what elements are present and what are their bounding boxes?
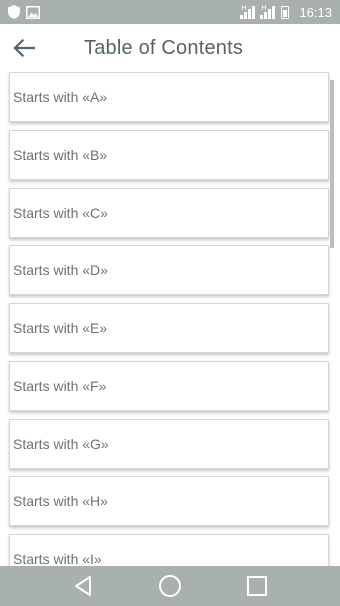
shield-icon <box>8 5 20 19</box>
back-button[interactable] <box>2 26 46 70</box>
image-icon <box>26 5 40 19</box>
battery-icon <box>281 5 290 19</box>
triangle-back-icon <box>75 576 92 596</box>
toc-item-label: Starts with «C» <box>13 204 108 221</box>
nav-back-button[interactable] <box>63 566 103 606</box>
toc-item-label: Starts with «H» <box>13 493 108 510</box>
status-left-icons <box>8 5 40 19</box>
status-right-icons: H H 16:13 <box>240 4 332 20</box>
toc-item-label: Starts with «E» <box>13 320 108 336</box>
system-nav-bar <box>0 566 340 606</box>
toc-item-e[interactable]: Starts with «E» <box>9 303 329 353</box>
toc-item-label: Starts with «F» <box>13 377 107 394</box>
status-time: 16:13 <box>299 4 332 20</box>
toc-item-b[interactable]: Starts with «B» <box>9 129 329 180</box>
signal-sim2-icon: H <box>260 5 276 19</box>
toc-item-g[interactable]: Starts with «G» <box>9 418 329 469</box>
scrollbar-thumb[interactable] <box>330 80 334 248</box>
signal-sim1-icon: H <box>240 5 256 19</box>
toc-item-label: Starts with «B» <box>13 146 108 163</box>
square-recents-icon <box>246 576 267 596</box>
toc-item-a[interactable]: Starts with «A» <box>9 72 329 122</box>
toc-item-f[interactable]: Starts with «F» <box>9 360 329 411</box>
toc-item-h[interactable]: Starts with «H» <box>9 476 329 527</box>
sim2-network-label: H <box>261 5 267 12</box>
toc-item-label: Starts with «A» <box>13 89 108 105</box>
nav-home-button[interactable] <box>150 566 190 606</box>
toc-item-c[interactable]: Starts with «C» <box>9 187 329 238</box>
sim1-network-label: H <box>241 5 247 12</box>
status-bar: H H 16:13 <box>0 0 340 24</box>
arrow-left-icon <box>13 39 35 57</box>
toc-item-label: Starts with «I» <box>13 551 102 566</box>
toc-item-i[interactable]: Starts with «I» <box>9 534 329 566</box>
nav-recents-button[interactable] <box>237 566 277 606</box>
circle-home-icon <box>158 575 181 597</box>
toc-item-label: Starts with «G» <box>13 435 109 452</box>
page-title: Table of Contents <box>84 36 244 59</box>
toc-item-label: Starts with «D» <box>13 262 108 279</box>
app-bar: Table of Contents <box>0 24 340 72</box>
toc-list[interactable]: Starts with «A» Starts with «B» Starts w… <box>0 72 340 566</box>
toc-item-d[interactable]: Starts with «D» <box>9 245 329 296</box>
